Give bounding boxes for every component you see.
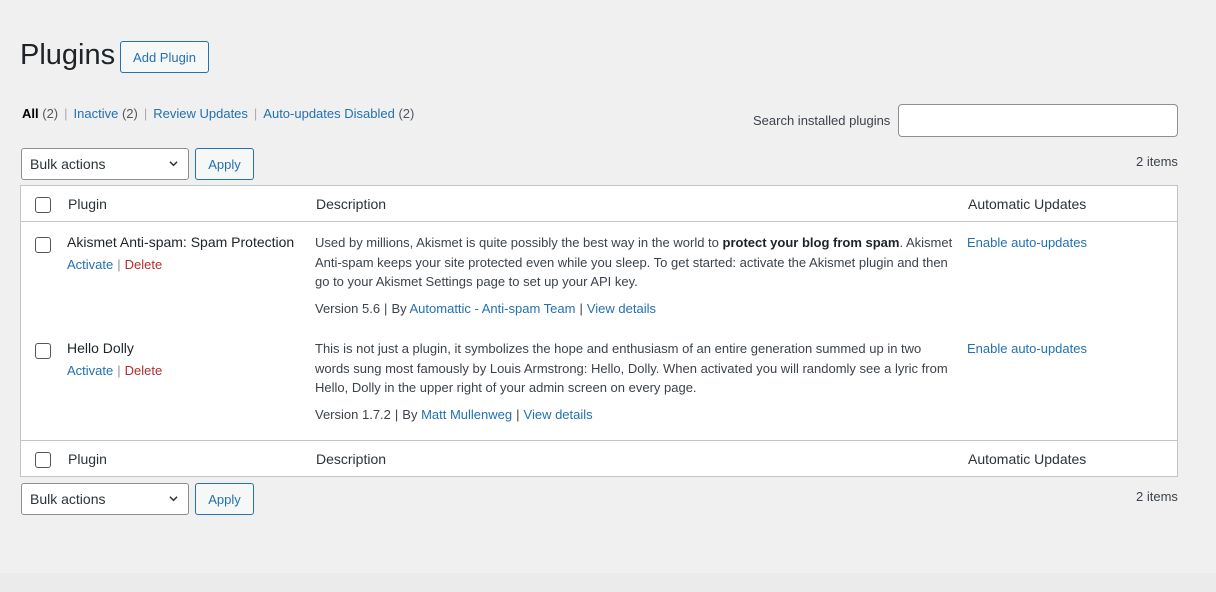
select-all-checkbox[interactable] xyxy=(35,452,51,468)
bulk-actions-label: Bulk actions xyxy=(30,491,106,507)
filter-separator: | xyxy=(143,106,148,121)
filter-separator: | xyxy=(253,106,258,121)
bulk-actions-select-bottom[interactable]: Bulk actions xyxy=(21,483,189,515)
author-link[interactable]: Matt Mullenweg xyxy=(421,407,512,422)
add-plugin-button[interactable]: Add Plugin xyxy=(120,41,209,73)
view-details-link[interactable]: View details xyxy=(587,301,656,316)
filter-inactive[interactable]: Inactive (2) xyxy=(74,106,138,121)
admin-footer xyxy=(0,573,1216,592)
bulk-actions-select[interactable]: Bulk actions xyxy=(21,148,189,180)
chevron-down-icon xyxy=(169,161,178,167)
column-automatic-updates: Automatic Updates xyxy=(968,451,1087,467)
filter-review-updates[interactable]: Review Updates xyxy=(153,106,248,121)
apply-button-bottom[interactable]: Apply xyxy=(195,483,254,515)
delete-link[interactable]: Delete xyxy=(125,363,163,378)
row-checkbox[interactable] xyxy=(35,237,51,253)
chevron-down-icon xyxy=(169,496,178,502)
plugin-meta: Version 1.7.2 | By Matt Mullenweg | View det… xyxy=(315,407,593,422)
plugins-page: Plugins Add Plugin All (2) | Inactive (2… xyxy=(0,0,1216,573)
select-all-checkbox[interactable] xyxy=(35,197,51,213)
author-link[interactable]: Automattic - Anti-spam Team xyxy=(410,301,576,316)
filter-all[interactable]: All (2) xyxy=(22,106,58,121)
column-plugin[interactable]: Plugin xyxy=(68,196,107,212)
plugin-name: Hello Dolly xyxy=(67,340,134,356)
bulk-actions-label: Bulk actions xyxy=(30,156,106,172)
filter-links: All (2) | Inactive (2) | Review Updates … xyxy=(22,106,414,121)
plugin-meta: Version 5.6 | By Automattic - Anti-spam Te… xyxy=(315,301,656,316)
column-description: Description xyxy=(316,196,387,212)
column-plugin[interactable]: Plugin xyxy=(68,451,107,467)
enable-auto-updates-link[interactable]: Enable auto-updates xyxy=(967,341,1087,356)
row-checkbox[interactable] xyxy=(35,343,51,359)
items-count: 2 items xyxy=(1136,489,1178,504)
table-header: Plugin Description Automatic Updates xyxy=(21,186,1177,222)
filter-separator: | xyxy=(64,106,68,121)
search-input[interactable] xyxy=(898,104,1178,137)
plugin-name: Akismet Anti-spam: Spam Protection xyxy=(67,234,295,250)
delete-link[interactable]: Delete xyxy=(125,257,163,272)
activate-link[interactable]: Activate xyxy=(67,257,113,272)
column-description: Description xyxy=(316,451,387,467)
search-label: Search installed plugins xyxy=(753,113,891,128)
page-title: Plugins xyxy=(20,39,116,71)
enable-auto-updates-link[interactable]: Enable auto-updates xyxy=(967,235,1087,250)
plugin-description: This is not just a plugin, it symbolizes… xyxy=(315,341,948,395)
filter-auto-updates-disabled[interactable]: Auto-updates Disabled (2) xyxy=(263,106,414,121)
row-actions: Activate | Delete xyxy=(67,363,163,378)
activate-link[interactable]: Activate xyxy=(67,363,113,378)
plugins-table: Plugin Description Automatic Updates Aki… xyxy=(20,185,1178,477)
table-footer: Plugin Description Automatic Updates xyxy=(21,440,1177,476)
apply-button[interactable]: Apply xyxy=(195,148,254,180)
row-actions: Activate | Delete xyxy=(67,257,163,272)
column-automatic-updates: Automatic Updates xyxy=(968,196,1087,212)
plugin-description: Used by millions, Akismet is quite possi… xyxy=(315,235,953,289)
view-details-link[interactable]: View details xyxy=(524,407,593,422)
items-count: 2 items xyxy=(1136,154,1178,169)
